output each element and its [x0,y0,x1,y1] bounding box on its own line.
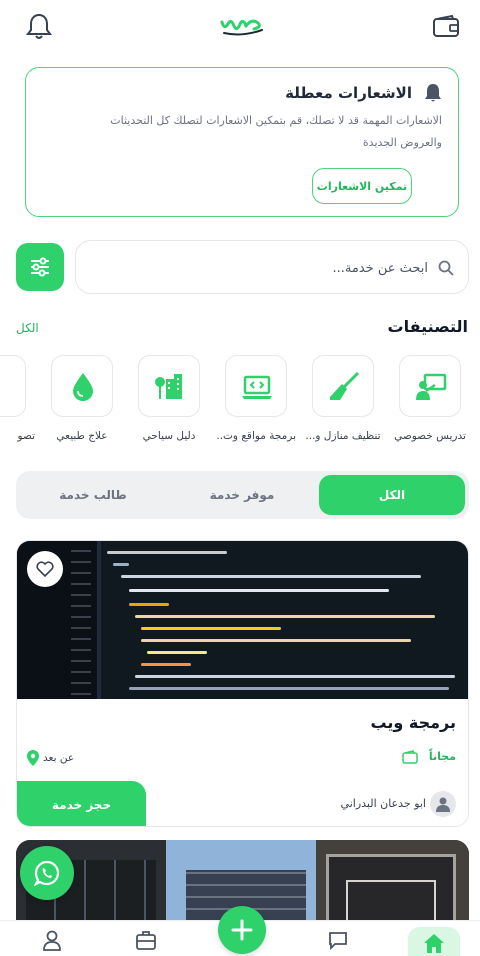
notice-body: الاشعارات المهمة قد لا تصلك، قم بتمكين ا… [110,114,442,149]
see-all-categories-link[interactable]: الكل [16,321,39,335]
favorite-button[interactable] [27,551,63,587]
app-logo [220,19,263,36]
search-icon [438,260,454,276]
notifications-disabled-card: الاشعارات معطلة الاشعارات المهمة قد لا ت… [25,67,459,217]
service-mode: عن بعد [43,752,75,764]
filter-button[interactable] [16,243,64,291]
search-bar[interactable] [75,240,469,294]
wallet-icon[interactable] [432,14,460,38]
categories-list: تدريس خصوصي تنظيف منازل و... برمجة مواقع… [0,355,480,455]
service-price: مجاناً [428,750,456,763]
user-icon [436,797,450,812]
enable-notifications-button[interactable]: تمكين الاشعارات [312,168,412,204]
category-item[interactable]: برمجة مواقع وت... [216,355,296,442]
laptop-code-icon [242,375,272,399]
whatsapp-icon [34,860,60,886]
sliders-icon [31,257,49,277]
notice-title: الاشعارات معطلة [285,84,412,102]
bell-icon[interactable] [26,12,52,40]
water-drop-icon [73,373,93,401]
book-service-button[interactable]: حجز خدمة [17,781,146,826]
tab-service-seeker[interactable]: طالب خدمة [20,475,166,515]
add-service-button[interactable] [218,906,266,954]
category-item[interactable]: تنظيف منازل و... [303,355,383,442]
service-image [17,541,468,699]
broom-icon [330,371,360,400]
location-pin-icon [27,750,39,766]
category-label: تنظيف منازل و... [305,430,381,442]
heart-icon [36,561,54,577]
category-item[interactable]: علاج طبيعي [42,355,122,442]
categories-title: التصنيفات [387,317,468,336]
service-card[interactable]: برمجة ويب مجاناً عن بعد حجز خدمة ابو جدع… [16,540,469,827]
category-label: دليل سياحي [142,430,196,442]
chat-icon[interactable] [327,929,349,951]
user-type-tabs: الكل موفر خدمة طالب خدمة [16,471,469,519]
plus-icon [231,919,253,941]
tab-all[interactable]: الكل [319,475,465,515]
briefcase-icon[interactable] [135,929,157,951]
profile-icon[interactable] [41,929,63,951]
home-tab[interactable] [408,927,460,956]
category-item[interactable]: تصو [0,355,35,442]
teaching-icon [416,373,447,400]
home-icon [424,934,444,953]
category-label: برمجة مواقع وت... [216,430,296,442]
city-trees-icon [155,374,182,399]
category-label: علاج طبيعي [56,430,108,442]
whatsapp-button[interactable] [20,846,74,900]
provider-name: ابو جدعان البدراني [340,797,426,810]
category-label: تدريس خصوصي [394,430,466,442]
wallet-price-icon [402,750,418,764]
category-item[interactable]: تدريس خصوصي [390,355,470,442]
bell-filled-icon [425,84,441,102]
avatar [430,791,456,817]
search-input[interactable] [128,255,428,281]
category-label: تصو [17,430,35,442]
service-title: برمجة ويب [370,713,456,732]
tab-service-provider[interactable]: موفر خدمة [169,475,315,515]
category-item[interactable]: دليل سياحي [129,355,209,442]
top-bar [0,0,480,56]
